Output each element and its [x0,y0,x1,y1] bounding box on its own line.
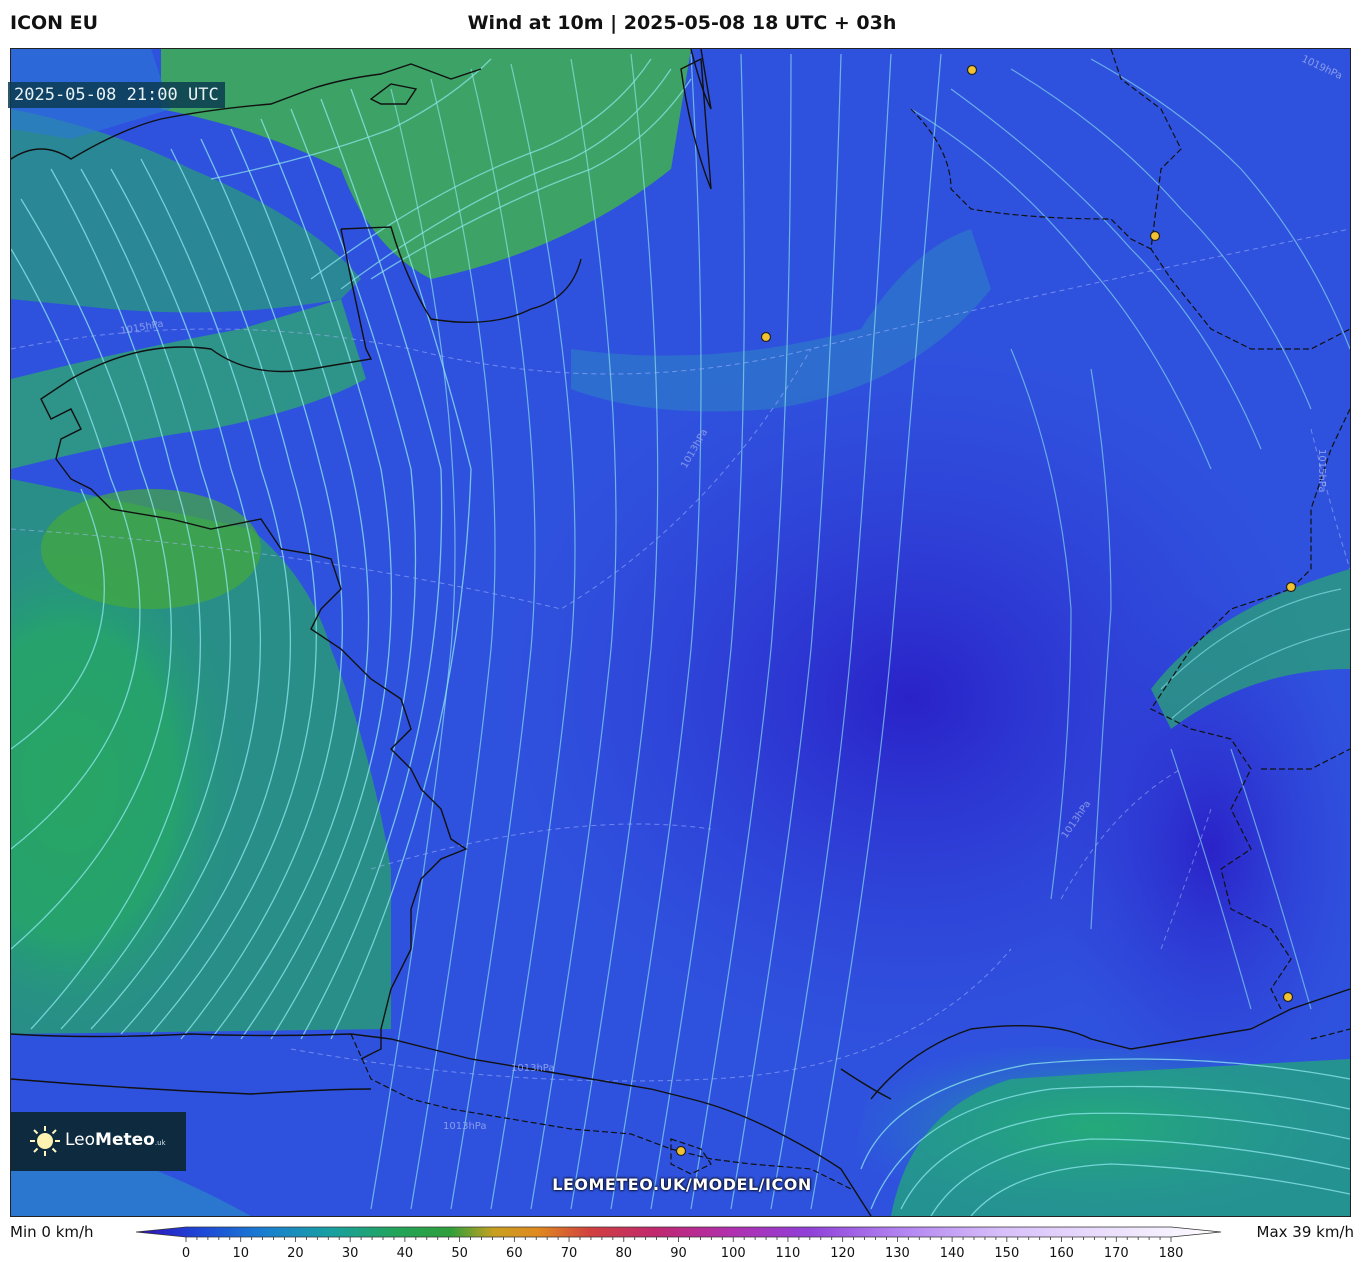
city-marker[interactable] [760,331,772,343]
valid-time-label: 2025-05-08 21:00 UTC [8,82,225,108]
map-title: Wind at 10m | 2025-05-08 18 UTC + 03h [467,12,897,34]
city-marker[interactable] [1285,581,1297,593]
wind-map[interactable]: 1019hPa 1015hPa 1013hPa 1013hPa 1013hPa … [10,48,1351,1217]
legend-min-label: Min 0 km/h [10,1223,94,1241]
colorbar-labels: 0 10 20 30 40 50 60 70 80 90 100 110 120 130 140 150 160… [182,1246,1184,1261]
colorbar-gradient [136,1226,1222,1238]
isobar-label: 1013hPa [443,1121,487,1132]
isobar-label: 1015hPa [1316,449,1327,493]
colorbar-tick-label: 120 [830,1246,855,1261]
colorbar-tick-label: 160 [1049,1246,1074,1261]
colorbar-tick-label: 40 [397,1246,414,1261]
colorbar-tick-label: 60 [506,1246,523,1261]
colorbar-tick-label: 50 [451,1246,468,1261]
wind-map-canvas: 1019hPa 1015hPa 1013hPa 1013hPa 1013hPa … [11,49,1350,1216]
city-marker[interactable] [1149,230,1161,242]
city-marker[interactable] [675,1145,687,1157]
colorbar-tick-label: 130 [885,1246,910,1261]
legend-max-label: Max 39 km/h [1256,1223,1355,1241]
colorbar-tick-label: 140 [940,1246,965,1261]
colorbar-tick-label: 170 [1104,1246,1129,1261]
colorbar-tick-label: 180 [1159,1246,1184,1261]
colorbar-tick-label: 30 [342,1246,359,1261]
city-marker[interactable] [966,64,978,76]
sun-icon [30,1126,60,1156]
colorbar-tick-label: 20 [287,1246,304,1261]
colorbar-tick-label: 150 [994,1246,1019,1261]
city-marker[interactable] [1282,991,1294,1003]
logo-text: LeoMeteo.uk [65,1130,166,1150]
colorbar-ticks [185,1237,1172,1242]
colorbar-tick-label: 100 [721,1246,746,1261]
site-watermark: LEOMETEO.UK/MODEL/ICON [552,1175,812,1194]
colorbar-tick-label: 110 [776,1246,801,1261]
colorbar-tick-label: 80 [616,1246,633,1261]
colorbar-tick-label: 70 [561,1246,578,1261]
colorbar-tick-label: 10 [232,1246,249,1261]
colorbar-tick-label: 90 [670,1246,687,1261]
isobar-label: 1013hPa [511,1063,555,1074]
colorbar-tick-label: 0 [182,1246,190,1261]
leometeo-logo[interactable]: LeoMeteo.uk [11,1112,186,1171]
colorbar: 0 10 20 30 40 50 60 70 80 90 100 110 120 130 140 150 160… [136,1226,1222,1261]
